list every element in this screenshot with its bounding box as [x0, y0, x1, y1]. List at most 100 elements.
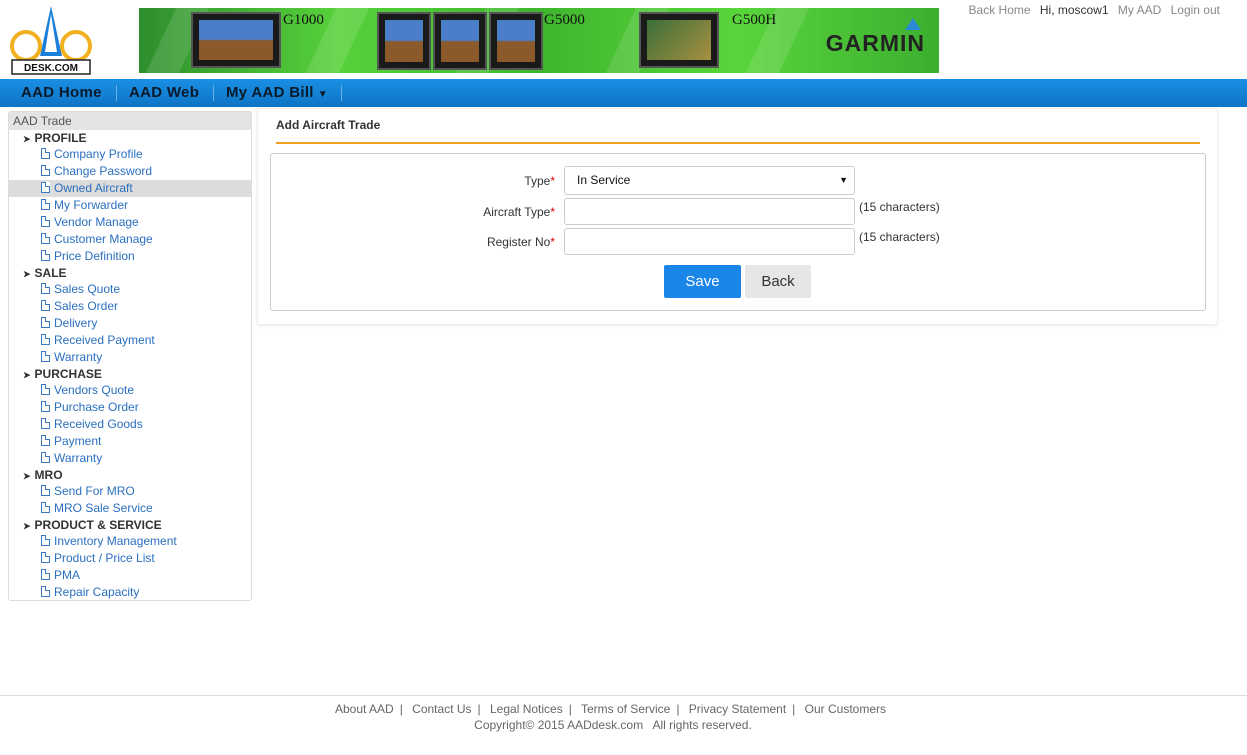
back-home-link[interactable]: Back Home [969, 3, 1031, 17]
item-label: Product / Price List [54, 551, 155, 565]
sidebar-item-delivery[interactable]: Delivery [9, 315, 251, 332]
footer-link-customers[interactable]: Our Customers [805, 702, 886, 716]
aad-desk-logo[interactable]: DESK.COM [8, 4, 94, 76]
sidebar-group-product-service[interactable]: ➤ PRODUCT & SERVICE [9, 517, 251, 533]
document-icon [41, 552, 50, 563]
nav-aad-home[interactable]: AAD Home [21, 79, 102, 107]
register-no-label-text: Register No [486, 235, 551, 249]
sidebar-item-send-for-mro[interactable]: Send For MRO [9, 483, 251, 500]
sidebar-item-inventory-management[interactable]: Inventory Management [9, 533, 251, 550]
sidebar-item-purchase-warranty[interactable]: Warranty [9, 450, 251, 467]
sidebar-item-pma[interactable]: PMA [9, 567, 251, 584]
required-mark: * [550, 235, 555, 249]
banner-model-g500h: G500H [732, 12, 777, 28]
sidebar-item-customer-manage[interactable]: Customer Manage [9, 231, 251, 248]
sidebar-item-payment[interactable]: Payment [9, 433, 251, 450]
save-button[interactable]: Save [664, 265, 741, 298]
register-no-input[interactable] [564, 228, 855, 255]
sidebar-item-my-forwarder[interactable]: My Forwarder [9, 197, 251, 214]
nav-aad-web[interactable]: AAD Web [129, 79, 199, 107]
type-select[interactable]: In Service ▼ [564, 166, 855, 195]
aircraft-type-label-text: Aircraft Type [483, 205, 551, 219]
register-no-hint: (15 characters) [859, 230, 940, 244]
footer-link-contact[interactable]: Contact Us [412, 702, 471, 716]
aircraft-type-label: Aircraft Type* [415, 205, 555, 219]
page: DESK.COM G1000 G5000 G500H GARMIN Back H… [0, 0, 1247, 755]
chevron-right-icon: ➤ [23, 134, 31, 144]
type-label-text: Type [524, 174, 551, 188]
avionics-screen-image [433, 12, 487, 70]
item-label: Received Goods [54, 417, 143, 431]
group-label: SALE [34, 266, 67, 280]
document-icon [41, 233, 50, 244]
footer-link-terms[interactable]: Terms of Service [581, 702, 670, 716]
group-label: PROFILE [34, 131, 87, 145]
item-label: Company Profile [54, 147, 143, 161]
logo-text: DESK.COM [24, 63, 78, 74]
copyright: Copyright© 2015 AADdesk.com All rights r… [474, 718, 752, 732]
register-no-label: Register No* [415, 235, 555, 249]
sidebar-item-price-definition[interactable]: Price Definition [9, 248, 251, 265]
garmin-delta-icon [905, 18, 921, 30]
my-aad-link[interactable]: My AAD [1118, 3, 1161, 17]
footer-link-legal[interactable]: Legal Notices [490, 702, 563, 716]
sidebar-group-profile[interactable]: ➤ PROFILE [9, 130, 251, 146]
item-label: Vendor Manage [54, 215, 139, 229]
document-icon [41, 317, 50, 328]
sidebar-item-mro-sale-service[interactable]: MRO Sale Service [9, 500, 251, 517]
document-icon [41, 216, 50, 227]
avionics-screen-image [377, 12, 431, 70]
garmin-ad-banner[interactable]: G1000 G5000 G500H GARMIN [139, 8, 939, 73]
sidebar-item-product-price-list[interactable]: Product / Price List [9, 550, 251, 567]
sidebar-item-sales-quote[interactable]: Sales Quote [9, 281, 251, 298]
banner-brand: GARMIN [825, 30, 925, 56]
document-icon [41, 148, 50, 159]
sidebar-item-received-goods[interactable]: Received Goods [9, 416, 251, 433]
item-label: Customer Manage [54, 232, 153, 246]
document-icon [41, 300, 50, 311]
sidebar-item-received-payment[interactable]: Received Payment [9, 332, 251, 349]
item-label: Send For MRO [54, 484, 135, 498]
document-icon [41, 485, 50, 496]
item-label: Sales Quote [54, 282, 121, 296]
dropdown-arrow-icon: ▼ [839, 175, 848, 185]
sidebar-item-company-profile[interactable]: Company Profile [9, 146, 251, 163]
chevron-right-icon: ➤ [23, 471, 31, 481]
item-label: Payment [54, 434, 102, 448]
sidebar-item-change-password[interactable]: Change Password [9, 163, 251, 180]
title-divider [276, 142, 1200, 144]
nav-my-aad-bill-label: My AAD Bill [226, 84, 314, 101]
document-icon [41, 452, 50, 463]
document-icon [41, 199, 50, 210]
document-icon [41, 502, 50, 513]
footer-link-privacy[interactable]: Privacy Statement [689, 702, 786, 716]
item-label: Warranty [54, 350, 103, 364]
document-icon [41, 401, 50, 412]
banner-model-g1000: G1000 [283, 12, 324, 28]
sidebar-group-purchase[interactable]: ➤ PURCHASE [9, 366, 251, 382]
document-icon [41, 384, 50, 395]
sidebar-group-sale[interactable]: ➤ SALE [9, 265, 251, 281]
sidebar-item-purchase-order[interactable]: Purchase Order [9, 399, 251, 416]
back-button[interactable]: Back [745, 265, 811, 298]
document-icon [41, 351, 50, 362]
aircraft-type-input[interactable] [564, 198, 855, 225]
sidebar-item-repair-capacity[interactable]: Repair Capacity [9, 584, 251, 601]
document-icon [41, 334, 50, 345]
logout-link[interactable]: Login out [1171, 3, 1220, 17]
item-label: My Forwarder [54, 198, 129, 212]
sidebar-item-owned-aircraft[interactable]: Owned Aircraft [9, 180, 251, 197]
sidebar-item-sale-warranty[interactable]: Warranty [9, 349, 251, 366]
sidebar-item-vendor-manage[interactable]: Vendor Manage [9, 214, 251, 231]
sidebar-item-vendors-quote[interactable]: Vendors Quote [9, 382, 251, 399]
item-label: Change Password [54, 164, 153, 178]
nav-my-aad-bill[interactable]: My AAD Bill ▼ [226, 79, 328, 107]
type-label: Type* [415, 174, 555, 188]
document-icon [41, 283, 50, 294]
document-icon [41, 250, 50, 261]
footer-link-about[interactable]: About AAD [335, 702, 394, 716]
sidebar-group-mro[interactable]: ➤ MRO [9, 467, 251, 483]
sidebar-item-sales-order[interactable]: Sales Order [9, 298, 251, 315]
avionics-screen-image [639, 12, 719, 68]
add-aircraft-trade-panel: Add Aircraft Trade Type* In Service ▼ Ai… [257, 108, 1218, 325]
